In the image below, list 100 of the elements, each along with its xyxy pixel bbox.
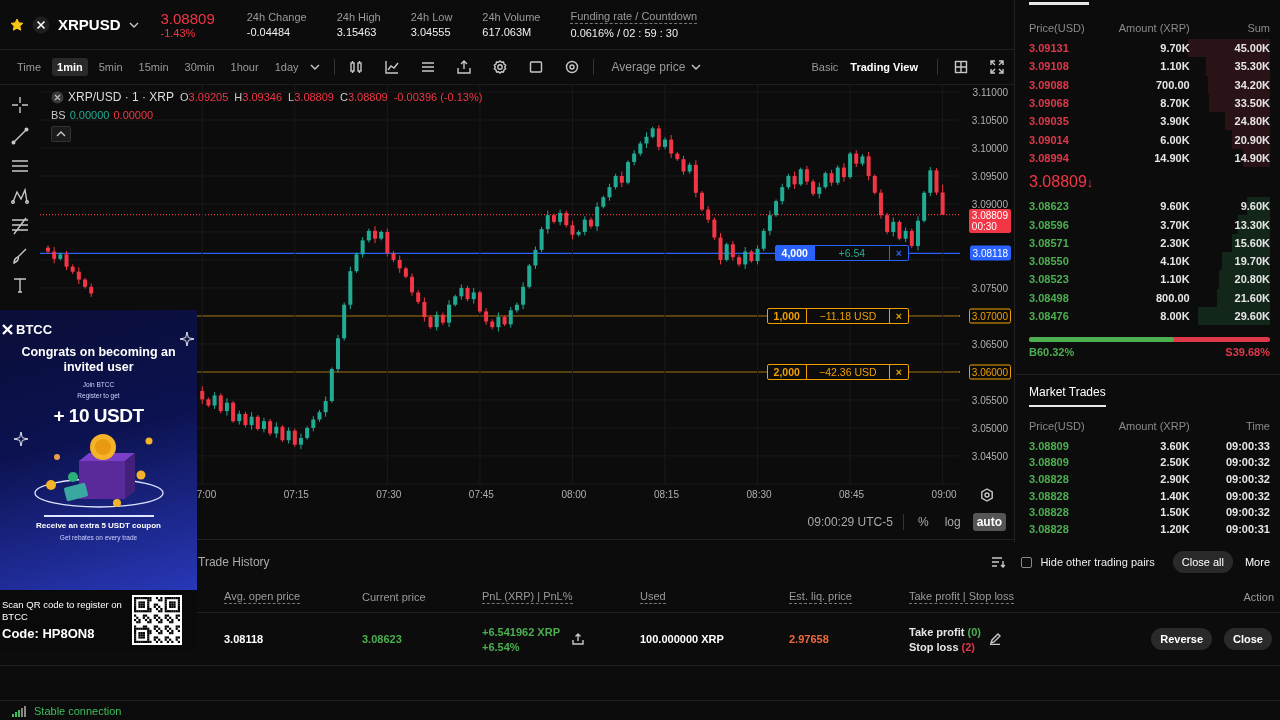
share-icon[interactable] bbox=[572, 633, 584, 645]
candles-icon[interactable] bbox=[348, 60, 363, 74]
checkbox-label[interactable]: Hide other trading pairs bbox=[1040, 556, 1155, 568]
trend-line-icon[interactable] bbox=[10, 127, 29, 145]
square-icon[interactable] bbox=[528, 60, 543, 74]
edit-icon[interactable] bbox=[988, 633, 1001, 645]
crosshair-icon[interactable] bbox=[9, 95, 30, 115]
view-tab[interactable]: Basic bbox=[808, 59, 842, 75]
scale-option[interactable]: log bbox=[940, 513, 965, 531]
parallel-lines-icon[interactable] bbox=[10, 157, 29, 175]
order-row[interactable]: 3.09131 9.70K 45.00K bbox=[1029, 39, 1270, 58]
order-price[interactable]: 3.08623 bbox=[1029, 200, 1110, 213]
order-row[interactable]: 3.09088 700.00 34.20K bbox=[1029, 75, 1270, 94]
order-row[interactable]: 3.08476 8.00K 29.60K bbox=[1029, 306, 1270, 326]
price-label: 3.09500 bbox=[971, 170, 1008, 182]
order-row[interactable]: 3.08994 14.90K 14.90K bbox=[1029, 148, 1270, 168]
price-type-dropdown[interactable]: Average price bbox=[611, 60, 686, 74]
pattern-icon[interactable] bbox=[10, 187, 29, 205]
sparkle-icon bbox=[14, 432, 28, 446]
interval-tab[interactable]: 30min bbox=[179, 58, 220, 76]
trade-amount: 2.90K bbox=[1160, 472, 1190, 485]
take-profit-text: Take profit (0) bbox=[909, 625, 981, 638]
brush-icon[interactable] bbox=[10, 247, 29, 265]
scale-option[interactable]: auto bbox=[972, 513, 1006, 531]
order-price[interactable]: 3.08596 bbox=[1029, 218, 1110, 231]
order-row[interactable]: 3.08623 9.60K 9.60K bbox=[1029, 197, 1270, 216]
checkbox[interactable] bbox=[1021, 556, 1033, 568]
order-amount: 9.60K bbox=[1160, 200, 1190, 213]
action-button[interactable]: Close bbox=[1224, 628, 1272, 650]
order-row[interactable]: 3.09014 6.00K 20.90K bbox=[1029, 130, 1270, 149]
action-button[interactable]: Reverse bbox=[1151, 628, 1213, 650]
trade-time: 09:00:32 bbox=[1225, 506, 1270, 519]
candlestick bbox=[841, 162, 846, 183]
interval-tab[interactable]: Time bbox=[12, 58, 47, 76]
trade-history-tab[interactable]: Trade History bbox=[198, 555, 270, 569]
order-row[interactable]: 3.08596 3.70K 13.30K bbox=[1029, 215, 1270, 234]
order-price[interactable]: 3.08550 bbox=[1029, 255, 1110, 268]
order-price[interactable]: 3.08523 bbox=[1029, 273, 1110, 286]
fullscreen-icon[interactable] bbox=[990, 60, 1004, 74]
interval-tab[interactable]: 1hour bbox=[225, 58, 264, 76]
settings-icon[interactable] bbox=[492, 60, 507, 74]
order-row[interactable]: 3.08571 2.30K 15.60K bbox=[1029, 233, 1270, 252]
market-trades-tab[interactable]: Market Trades bbox=[1029, 375, 1106, 408]
view-tab[interactable]: Trading View bbox=[847, 59, 921, 75]
order-row[interactable]: 3.08498 800.00 21.60K bbox=[1029, 288, 1270, 307]
order-price[interactable]: 3.09088 bbox=[1029, 78, 1110, 91]
close-order-button[interactable]: × bbox=[888, 364, 908, 379]
candlestick bbox=[755, 244, 760, 265]
order-row[interactable]: 3.09035 3.90K 24.80K bbox=[1029, 112, 1270, 131]
order-tag[interactable]: 2,000 −42.36 USD × bbox=[766, 363, 909, 380]
column-header: Price(USD) bbox=[1029, 420, 1086, 433]
interval-tab[interactable]: 15min bbox=[133, 58, 174, 76]
order-price[interactable]: 3.09014 bbox=[1029, 133, 1110, 146]
price-label: 3.06500 bbox=[971, 338, 1008, 350]
text-icon[interactable] bbox=[11, 277, 28, 293]
order-price[interactable]: 3.08571 bbox=[1029, 236, 1110, 249]
order-price[interactable]: 3.08994 bbox=[1029, 151, 1110, 164]
candlestick bbox=[354, 252, 359, 274]
layout-grid-icon[interactable] bbox=[954, 60, 968, 74]
indicator-label: BS bbox=[51, 109, 66, 121]
star-icon[interactable] bbox=[10, 17, 24, 32]
symbol-name[interactable]: XRPUSD bbox=[58, 16, 121, 33]
order-row[interactable]: 3.08550 4.10K 19.70K bbox=[1029, 251, 1270, 271]
list-icon[interactable] bbox=[420, 60, 435, 74]
order-amount: 2.30K bbox=[1160, 236, 1190, 249]
scale-option[interactable]: % bbox=[913, 513, 933, 531]
fib-lines-icon[interactable] bbox=[10, 217, 29, 235]
order-tag[interactable]: 4,000 +6.54 × bbox=[774, 245, 909, 262]
close-order-button[interactable]: × bbox=[888, 246, 908, 261]
caret-icon[interactable] bbox=[691, 63, 702, 71]
close-all-button[interactable]: Close all bbox=[1172, 551, 1233, 573]
share-icon[interactable] bbox=[456, 60, 471, 74]
trade-amount: 2.50K bbox=[1160, 456, 1190, 469]
ohlc-change: -0.00396 (-0.13%) bbox=[393, 91, 483, 103]
more-button[interactable]: More bbox=[1240, 556, 1270, 568]
sort-icon[interactable] bbox=[991, 556, 1006, 568]
order-price[interactable]: 3.09068 bbox=[1029, 97, 1110, 110]
qr-code-icon[interactable] bbox=[132, 595, 182, 645]
order-price[interactable]: 3.09108 bbox=[1029, 60, 1110, 73]
caret-icon[interactable] bbox=[128, 20, 139, 29]
trade-time: 09:00:32 bbox=[1225, 456, 1270, 469]
collapse-button[interactable] bbox=[51, 126, 71, 142]
close-order-button[interactable]: × bbox=[888, 308, 908, 323]
order-tag[interactable]: 1,000 −11.18 USD × bbox=[766, 307, 909, 324]
interval-tab[interactable]: 5min bbox=[93, 58, 128, 76]
settings-icon[interactable] bbox=[979, 488, 994, 502]
candlestick bbox=[878, 188, 883, 220]
order-price[interactable]: 3.08476 bbox=[1029, 310, 1110, 322]
line-chart-icon[interactable] bbox=[384, 60, 399, 74]
interval-tab[interactable]: 1day bbox=[269, 58, 304, 76]
interval-tab[interactable]: 1min bbox=[52, 58, 88, 76]
order-price[interactable]: 3.08498 bbox=[1029, 291, 1110, 304]
order-price[interactable]: 3.09131 bbox=[1029, 42, 1110, 55]
order-price[interactable]: 3.09035 bbox=[1029, 115, 1110, 128]
order-row[interactable]: 3.09068 8.70K 33.50K bbox=[1029, 93, 1270, 113]
order-row[interactable]: 3.08523 1.10K 20.80K bbox=[1029, 270, 1270, 289]
order-row[interactable]: 3.09108 1.10K 35.30K bbox=[1029, 57, 1270, 76]
trade-price: 3.08828 bbox=[1029, 506, 1070, 519]
change-percent: -1.43% bbox=[160, 27, 197, 39]
caret-icon[interactable] bbox=[309, 63, 320, 71]
